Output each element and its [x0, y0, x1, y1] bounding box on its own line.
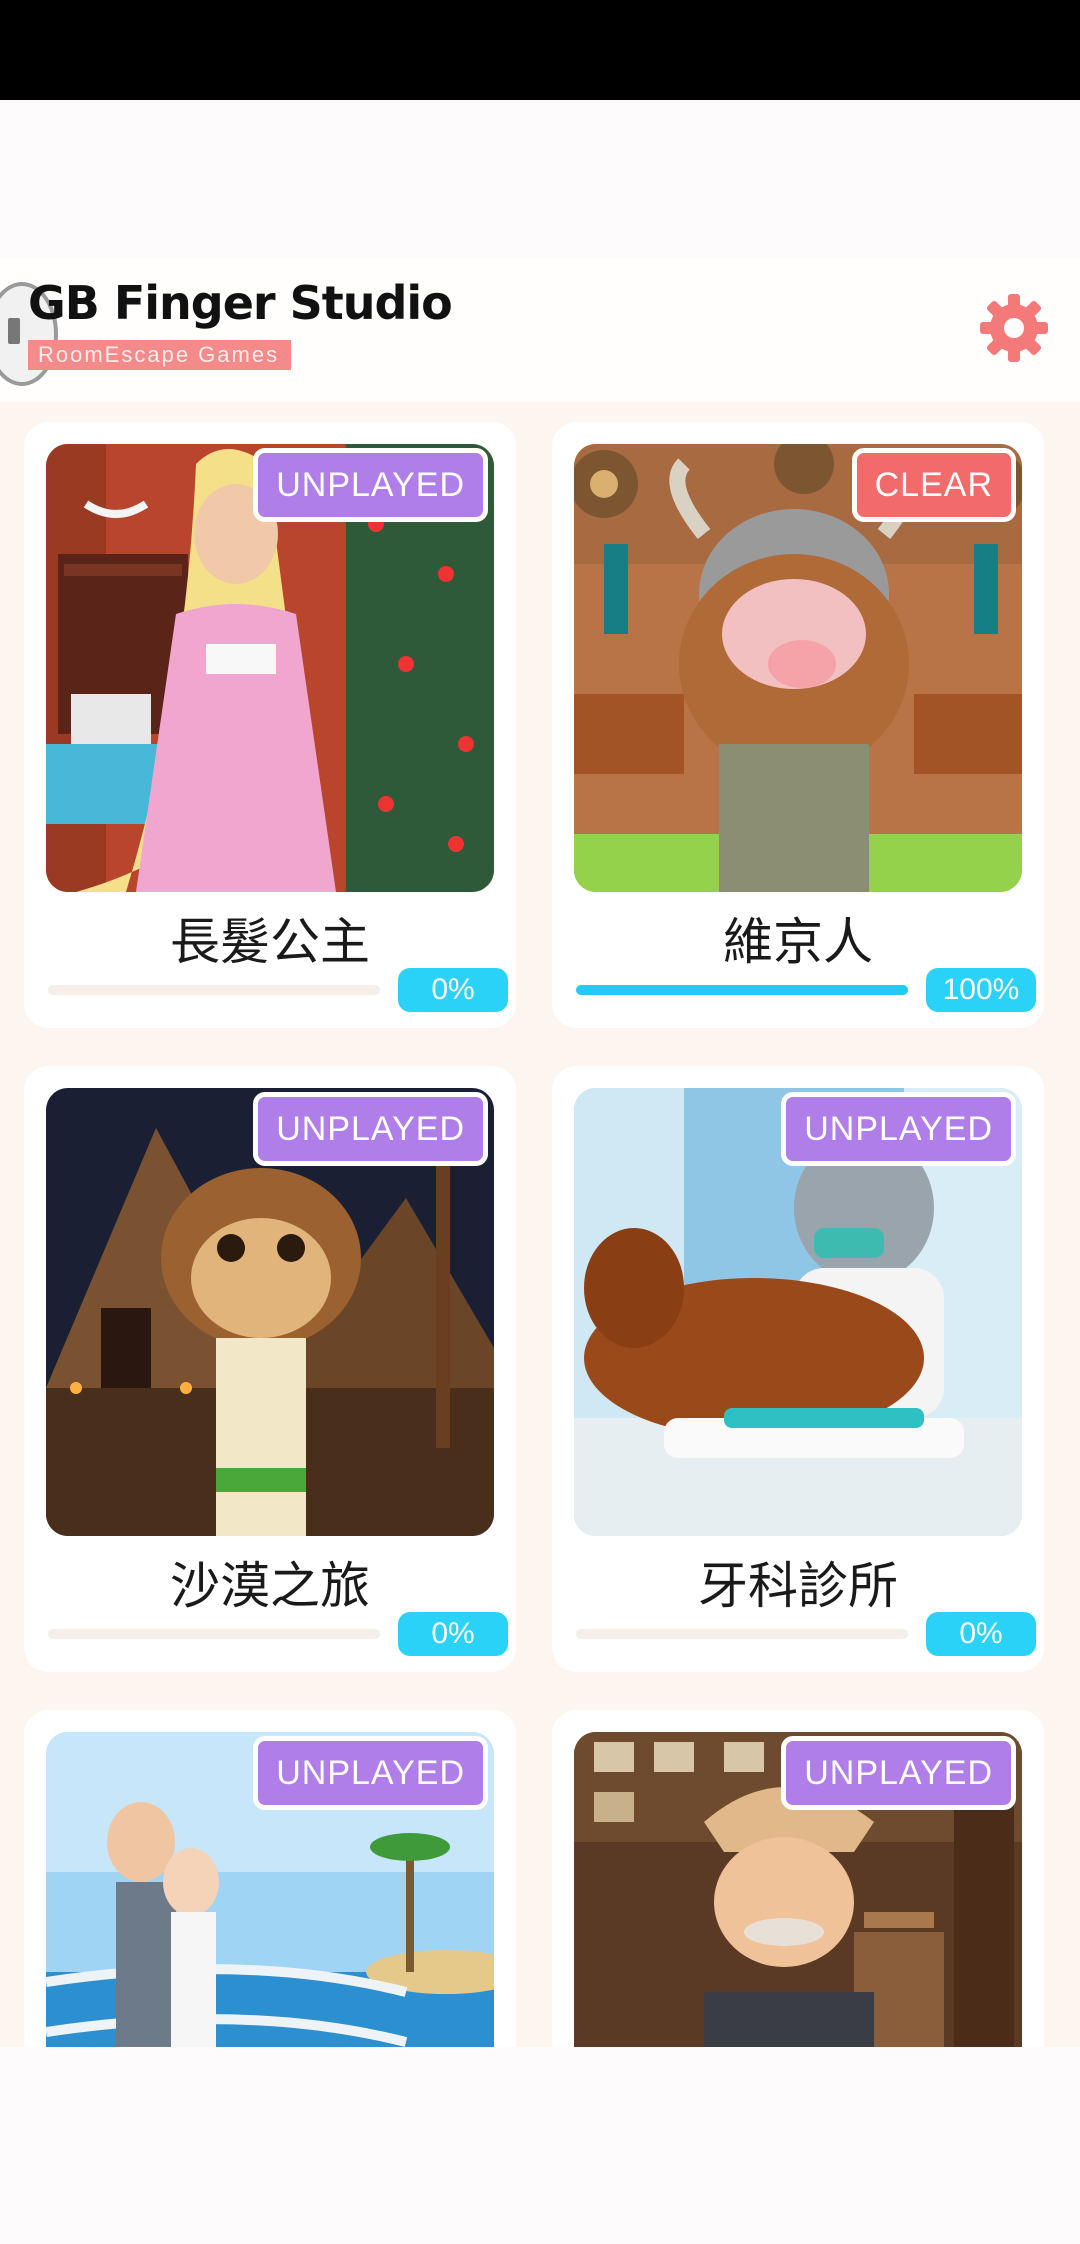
game-card-desert[interactable]: UNPLAYED 沙漠之旅 0% [24, 1066, 516, 1672]
studio-title: GB Finger Studio [28, 276, 453, 330]
game-thumbnail: UNPLAYED [46, 1732, 494, 2047]
status-badge: UNPLAYED [781, 1092, 1016, 1166]
game-card-cruise[interactable]: UNPLAYED [24, 1710, 516, 2047]
progress-fill [576, 985, 908, 995]
progress-percent: 100% [926, 968, 1036, 1012]
status-badge: CLEAR [851, 448, 1016, 522]
progress-percent: 0% [398, 1612, 508, 1656]
game-title: 沙漠之旅 [170, 1557, 370, 1615]
game-card-detective[interactable]: UNPLAYED [552, 1710, 1044, 2047]
status-bar [0, 0, 1080, 100]
progress-bar [48, 985, 380, 995]
progress-percent: 0% [926, 1612, 1036, 1656]
status-badge: UNPLAYED [253, 1736, 488, 1810]
bottom-blank-area [0, 2047, 1080, 2244]
game-grid: UNPLAYED 長髮公主 0% CLEAR 維京人 100% UNPLAYED… [0, 402, 1080, 2047]
game-thumbnail: UNPLAYED [574, 1088, 1022, 1536]
gear-icon[interactable] [978, 292, 1050, 364]
game-thumbnail: CLEAR [574, 444, 1022, 892]
progress-percent: 0% [398, 968, 508, 1012]
top-blank-area [0, 100, 1080, 258]
progress-bar [576, 985, 908, 995]
status-badge: UNPLAYED [253, 448, 488, 522]
game-thumbnail: UNPLAYED [46, 1088, 494, 1536]
progress-bar [576, 1629, 908, 1639]
progress-bar [48, 1629, 380, 1639]
game-title: 長髮公主 [170, 913, 370, 971]
status-badge: UNPLAYED [253, 1092, 488, 1166]
game-card-rapunzel[interactable]: UNPLAYED 長髮公主 0% [24, 422, 516, 1028]
game-thumbnail: UNPLAYED [574, 1732, 1022, 2047]
status-badge: UNPLAYED [781, 1736, 1016, 1810]
studio-subtitle: RoomEscape Games [28, 340, 292, 370]
game-title: 維京人 [723, 913, 873, 971]
game-title: 牙科診所 [698, 1557, 898, 1615]
game-thumbnail: UNPLAYED [46, 444, 494, 892]
game-card-dental[interactable]: UNPLAYED 牙科診所 0% [552, 1066, 1044, 1672]
game-card-viking[interactable]: CLEAR 維京人 100% [552, 422, 1044, 1028]
